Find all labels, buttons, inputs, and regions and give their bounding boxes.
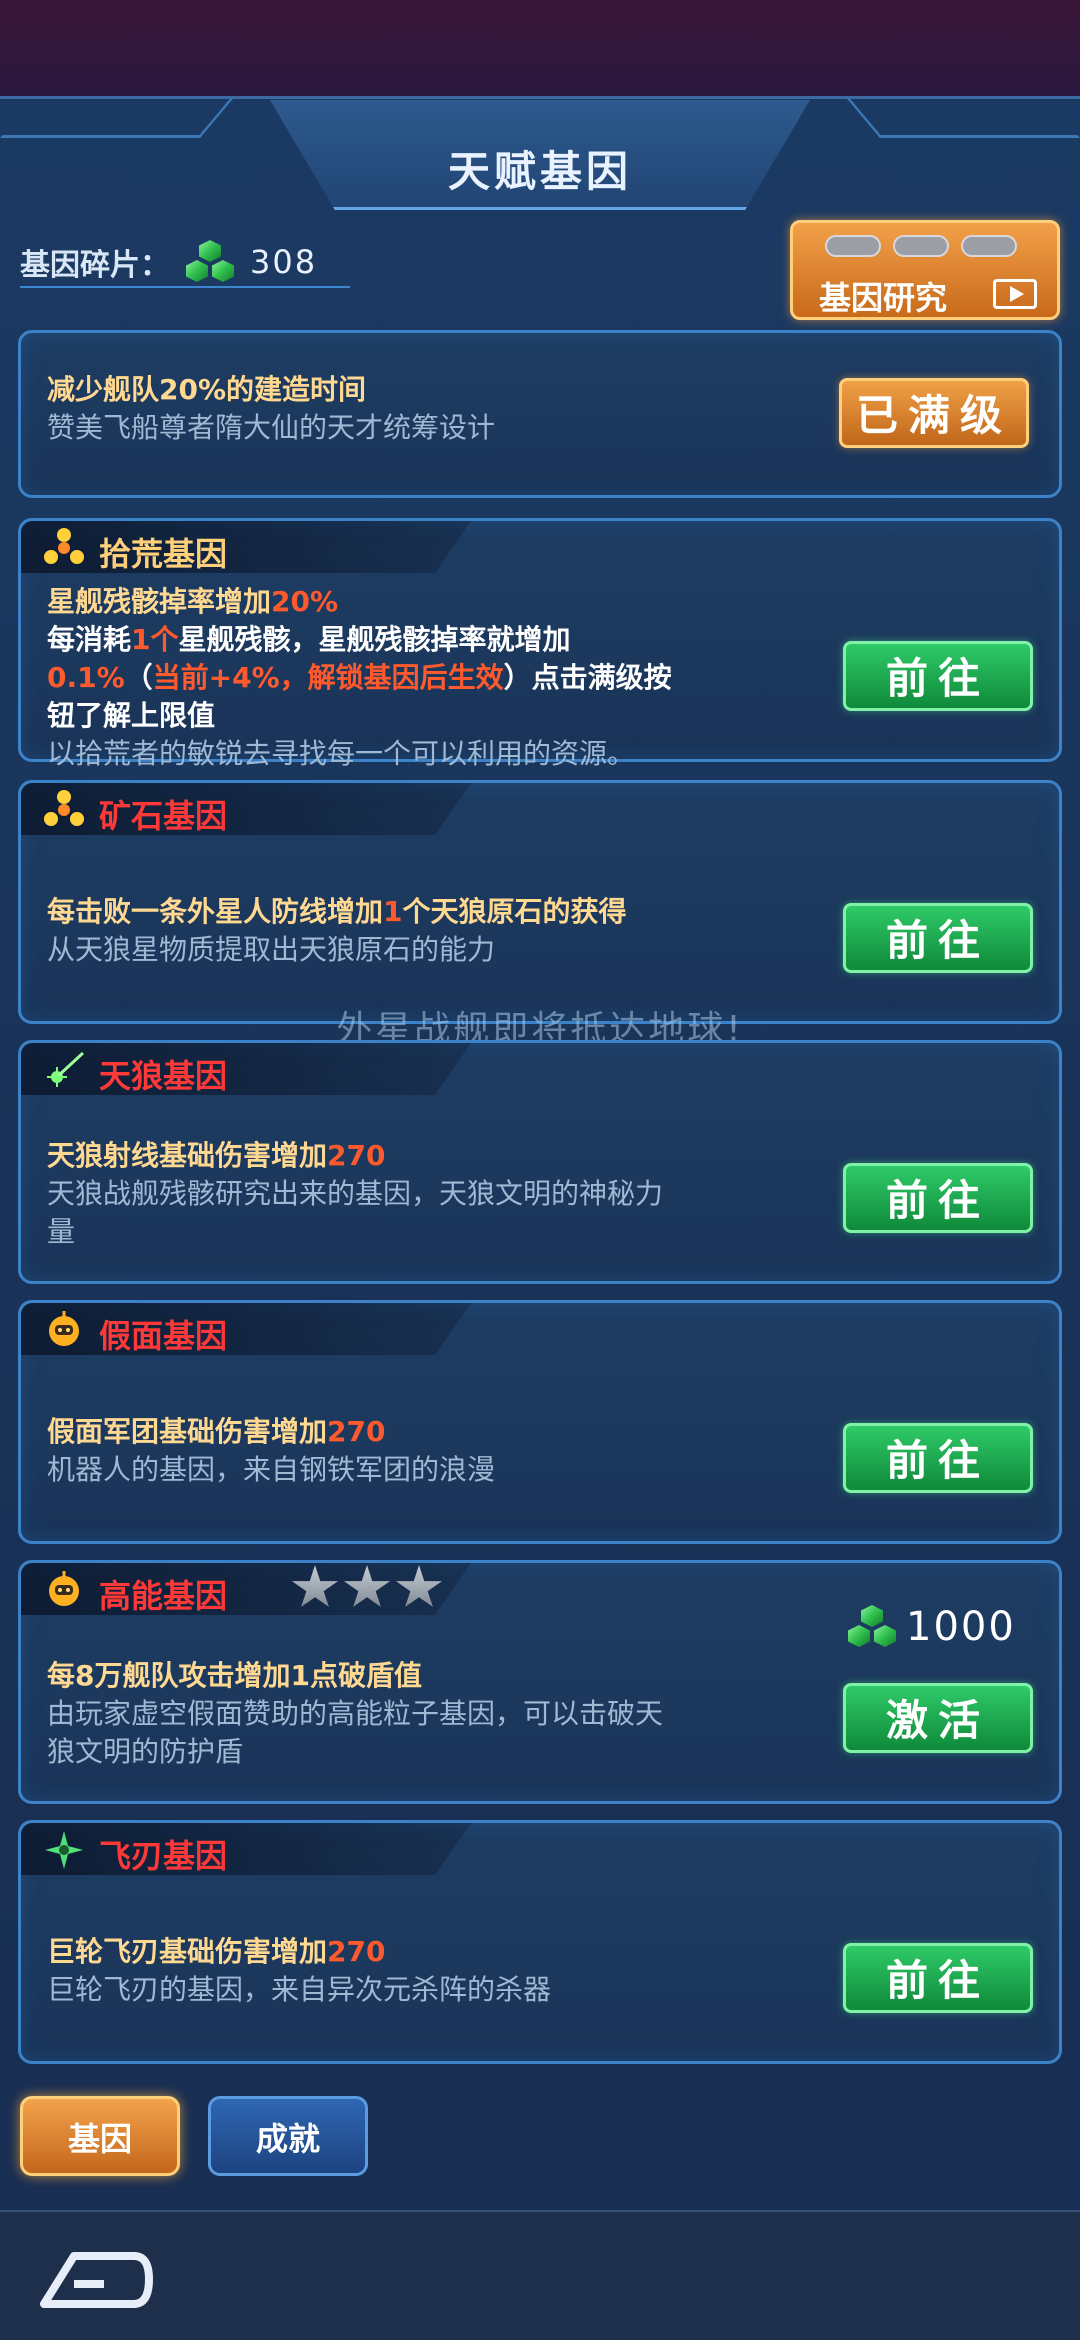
card-title-a: 假面军团基础伤害增加	[47, 1415, 328, 1448]
card-title-a: 星舰残骸掉率增加	[47, 585, 272, 618]
card-line: 星舰残骸，星舰残骸掉率就增加	[178, 623, 571, 656]
card-title-b: 270	[327, 1139, 386, 1172]
gene-card-fleet: 减少舰队20%的建造时间 赞美飞船尊者隋大仙的天才统筹设计 已满级	[18, 330, 1062, 498]
card-line: （	[124, 661, 153, 694]
cost-value: 1000	[906, 1604, 1016, 1650]
atom-icon	[44, 528, 84, 564]
gene-card-sirius: 天狼基因 天狼射线基础伤害增加270 天狼战舰残骸研究出来的基因，天狼文明的神秘…	[18, 1040, 1062, 1284]
card-title-b: 270	[327, 1415, 386, 1448]
card-desc-sub: 机器人的基因，来自钢铁军团的浪漫	[47, 1453, 496, 1486]
card-title-c: 个天狼原石的获得	[402, 895, 627, 928]
card-line-highlight: 0.1%	[47, 661, 125, 694]
tab-achievement[interactable]: 成就	[208, 2096, 368, 2176]
footer-bar	[0, 2210, 1080, 2340]
go-button[interactable]: 前往	[843, 641, 1033, 711]
video-play-icon	[993, 279, 1037, 309]
card-title-b: 270	[327, 1935, 386, 1968]
card-line-highlight: 当前+4%，解锁基因后生效	[152, 661, 504, 694]
laser-burst-icon	[47, 1051, 85, 1087]
panel-corner-left	[0, 98, 234, 138]
card-desc-sub: 天狼战舰残骸研究出来的基因，天狼文明的神秘力	[47, 1177, 664, 1210]
card-title-a: 每8万舰队攻击增加1点破盾值	[47, 1659, 422, 1692]
card-desc-sub: 巨轮飞刃的基因，来自异次元杀阵的杀器	[47, 1973, 552, 2006]
gene-research-button[interactable]: 基因研究	[790, 220, 1060, 320]
card-name: 天狼基因	[99, 1057, 228, 1095]
go-button[interactable]: 前往	[843, 903, 1033, 973]
star-icon	[395, 1565, 443, 1607]
activate-button[interactable]: 激活	[843, 1683, 1033, 1753]
card-desc-sub: 以拾荒者的敏锐去寻找每一个可以利用的资源。	[47, 737, 636, 770]
gene-card-blade: 飞刃基因 巨轮飞刃基础伤害增加270 巨轮飞刃的基因，来自异次元杀阵的杀器 前往	[18, 1820, 1062, 2064]
card-title-a: 天狼射线基础伤害增加	[47, 1139, 328, 1172]
card-line-highlight: 1个	[131, 623, 179, 656]
bottom-tabs: 基因 成就	[0, 2096, 1080, 2196]
card-line: 每消耗	[47, 623, 132, 656]
card-desc-sub: 由玩家虚空假面赞助的高能粒子基因，可以击破天	[47, 1697, 664, 1730]
robot-icon	[49, 1571, 79, 1606]
card-desc-title: 减少舰队20%的建造时间	[47, 373, 367, 406]
star-rating	[291, 1565, 443, 1611]
back-icon[interactable]	[34, 2244, 154, 2314]
max-level-button[interactable]: 已满级	[839, 378, 1029, 448]
gem-icon	[848, 1605, 896, 1649]
research-label: 基因研究	[819, 279, 948, 317]
shuriken-icon	[45, 1831, 83, 1869]
fragments-label: 基因碎片：	[20, 248, 170, 283]
card-line: 钮了解上限值	[47, 699, 216, 732]
robot-icon	[49, 1311, 79, 1346]
card-title-b: 20%	[271, 585, 339, 618]
go-button[interactable]: 前往	[843, 1163, 1033, 1233]
tab-gene[interactable]: 基因	[20, 2096, 180, 2176]
gene-card-mask: 假面基因 假面军团基础伤害增加270 机器人的基因，来自钢铁军团的浪漫 前往	[18, 1300, 1062, 1544]
star-icon	[291, 1565, 339, 1607]
card-name: 飞刃基因	[99, 1837, 228, 1875]
panel-corner-right	[846, 98, 1080, 138]
gem-icon	[186, 240, 234, 284]
fragments-count: 308	[250, 243, 318, 281]
star-icon	[343, 1565, 391, 1607]
card-title-b: 1	[383, 895, 403, 928]
activation-cost: 1000	[848, 1604, 1016, 1650]
card-desc-sub: 从天狼星物质提取出天狼原石的能力	[47, 933, 496, 966]
card-title-a: 每击败一条外星人防线增加	[47, 895, 384, 928]
card-desc-sub: 狼文明的防护盾	[47, 1735, 244, 1768]
card-name: 矿石基因	[99, 797, 228, 835]
top-backdrop	[0, 0, 1080, 100]
card-title-a: 巨轮飞刃基础伤害增加	[47, 1935, 328, 1968]
card-name: 拾荒基因	[99, 535, 228, 573]
gene-card-scavenge: 拾荒基因 星舰残骸掉率增加20% 每消耗1个星舰残骸，星舰残骸掉率就增加 0.1…	[18, 518, 1062, 770]
gene-card-ore: 矿石基因 每击败一条外星人防线增加1个天狼原石的获得 从天狼星物质提取出天狼原石…	[18, 780, 1062, 1024]
go-button[interactable]: 前往	[843, 1943, 1033, 2013]
card-desc-sub: 赞美飞船尊者隋大仙的天才统筹设计	[47, 411, 496, 444]
card-line: ）点击满级按	[503, 661, 672, 694]
page-title: 天赋基因	[447, 147, 632, 196]
card-name: 假面基因	[99, 1317, 228, 1355]
card-name: 高能基因	[99, 1577, 228, 1615]
research-progress-pills	[825, 235, 1017, 257]
go-button[interactable]: 前往	[843, 1423, 1033, 1493]
card-desc-sub: 量	[47, 1215, 76, 1248]
gene-fragments: 基因碎片： 308	[20, 238, 350, 288]
atom-icon	[44, 790, 84, 826]
gene-card-energy: 高能基因 每8万舰队攻击增加1点破盾值 由玩家虚空假面赞助的高能粒子基因，可以击…	[18, 1560, 1062, 1804]
